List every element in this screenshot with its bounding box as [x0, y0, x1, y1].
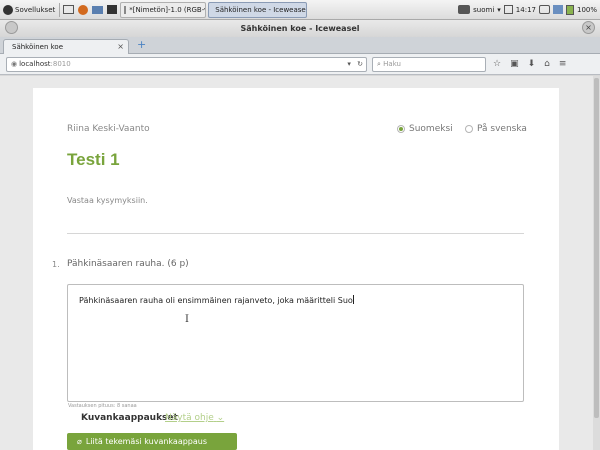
question-text: Pähkinäsaaren rauha. (6 p) — [67, 259, 189, 269]
url-host: localhost — [19, 60, 51, 68]
url-port: :8010 — [50, 60, 71, 68]
screenshots-heading: Kuvankaappaukset — [81, 413, 178, 423]
task-iceweasel[interactable]: Sähköinen koe - Iceweasel — [208, 1, 308, 18]
search-engine-icon[interactable]: ⌕ — [377, 60, 381, 68]
question-number: 1. — [52, 260, 60, 269]
clock: 14:17 — [515, 5, 536, 14]
show-desktop-icon[interactable] — [63, 5, 75, 14]
site-identity-icon[interactable]: ◉ — [11, 60, 17, 68]
menu-icon[interactable]: ≡ — [559, 57, 567, 71]
answer-text: Pähkinäsaaren rauha oli ensimmäinen raja… — [79, 296, 353, 305]
answer-length: Vastauksen pituus: 8 sanaa — [68, 403, 137, 409]
mail-icon[interactable] — [92, 5, 104, 14]
page-scrollbar[interactable] — [593, 76, 600, 450]
show-help-label: Näytä ohje — [165, 413, 214, 423]
paperclip-icon: ⌀ — [77, 437, 82, 446]
search-bar[interactable]: ⌕ Haku — [372, 57, 486, 72]
attach-screenshot-button[interactable]: ⌀ Liitä tekemäsi kuvankaappaus — [67, 433, 237, 450]
text-caret — [352, 295, 354, 304]
task-gimp[interactable]: *[Nimetön]-1.0 (RGB-väri, 1... — [120, 1, 207, 18]
toolbar-icons: ☆ ▣ ⬇ ⌂ ≡ — [493, 57, 566, 71]
apps-menu-label: Sovellukset — [15, 5, 56, 14]
mouse-ibeam-cursor-icon: I — [185, 314, 189, 325]
display-icon[interactable] — [503, 5, 513, 14]
window-close-button[interactable]: × — [582, 21, 595, 34]
clipboard-icon[interactable]: ▣ — [510, 57, 519, 71]
keyboard-layout[interactable]: suomi — [473, 6, 494, 14]
lang-finnish-label: Suomeksi — [409, 124, 453, 134]
window-menu-icon[interactable] — [5, 21, 18, 34]
url-bar-buttons: ▾ ↻ — [347, 58, 363, 71]
keyboard-dropdown-icon[interactable]: ▾ — [497, 6, 501, 14]
url-bar[interactable]: ◉ localhost:8010 ▾ ↻ — [6, 57, 367, 72]
navigation-toolbar: ◉ localhost:8010 ▾ ↻ ⌕ Haku ☆ ▣ ⬇ ⌂ ≡ — [0, 54, 600, 75]
search-placeholder: Haku — [383, 60, 401, 68]
browser-launcher-icon[interactable] — [78, 4, 89, 15]
tab-strip: Sähköinen koe × + — [0, 37, 600, 55]
screenshot-camera-icon[interactable] — [458, 5, 471, 14]
exam-card: Riina Keski-Vaanto Suomeksi På svenska T… — [33, 88, 559, 450]
chevron-down-icon: ⌄ — [216, 413, 225, 423]
battery-icon[interactable] — [565, 4, 574, 15]
radio-swedish[interactable] — [465, 125, 473, 133]
history-dropdown-icon[interactable]: ▾ — [347, 60, 351, 68]
student-name: Riina Keski-Vaanto — [67, 124, 150, 134]
lang-option-finnish[interactable]: Suomeksi — [397, 124, 453, 134]
bookmark-star-icon[interactable]: ☆ — [493, 57, 501, 71]
tab-label: Sähköinen koe — [12, 43, 63, 51]
system-tray: suomi ▾ 14:17 100% — [458, 4, 600, 15]
exam-title: Testi 1 — [67, 150, 120, 169]
task-iceweasel-label: Sähköinen koe - Iceweasel — [215, 5, 308, 14]
terminal-icon[interactable] — [107, 5, 118, 14]
new-tab-icon[interactable]: + — [137, 39, 146, 51]
apps-menu[interactable]: Sovellukset — [0, 1, 58, 19]
task-gimp-label: *[Nimetön]-1.0 (RGB-väri, 1... — [129, 5, 205, 14]
taskbar: Sovellukset *[Nimetön]-1.0 (RGB-väri, 1.… — [0, 0, 600, 20]
reload-icon[interactable]: ↻ — [357, 60, 363, 68]
window-titlebar: Sähköinen koe - Iceweasel × — [0, 20, 600, 37]
show-help-link[interactable]: Näytä ohje ⌄ — [165, 413, 224, 423]
attach-screenshot-label: Liitä tekemäsi kuvankaappaus — [85, 437, 208, 446]
volume-icon[interactable] — [552, 5, 563, 14]
answer-textarea[interactable]: Pähkinäsaaren rauha oli ensimmäinen raja… — [67, 284, 524, 402]
tab-close-icon[interactable]: × — [117, 40, 124, 54]
scrollbar-thumb[interactable] — [594, 78, 599, 418]
home-icon[interactable]: ⌂ — [544, 57, 550, 71]
radio-finnish[interactable] — [397, 125, 405, 133]
network-icon[interactable] — [538, 5, 550, 14]
image-editor-icon — [124, 5, 127, 14]
tab-sahkoinen-koe[interactable]: Sähköinen koe × — [3, 39, 129, 55]
page-viewport: Riina Keski-Vaanto Suomeksi På svenska T… — [0, 76, 600, 450]
lang-swedish-label: På svenska — [477, 124, 527, 134]
lang-option-swedish[interactable]: På svenska — [465, 124, 527, 134]
section-divider — [67, 233, 524, 234]
exam-instructions: Vastaa kysymyksiin. — [67, 196, 148, 205]
window-title: Sähköinen koe - Iceweasel — [240, 24, 360, 33]
apps-menu-icon — [3, 4, 13, 15]
downloads-icon[interactable]: ⬇ — [528, 57, 536, 71]
battery-level: 100% — [576, 5, 597, 14]
taskbar-separator — [59, 2, 61, 17]
